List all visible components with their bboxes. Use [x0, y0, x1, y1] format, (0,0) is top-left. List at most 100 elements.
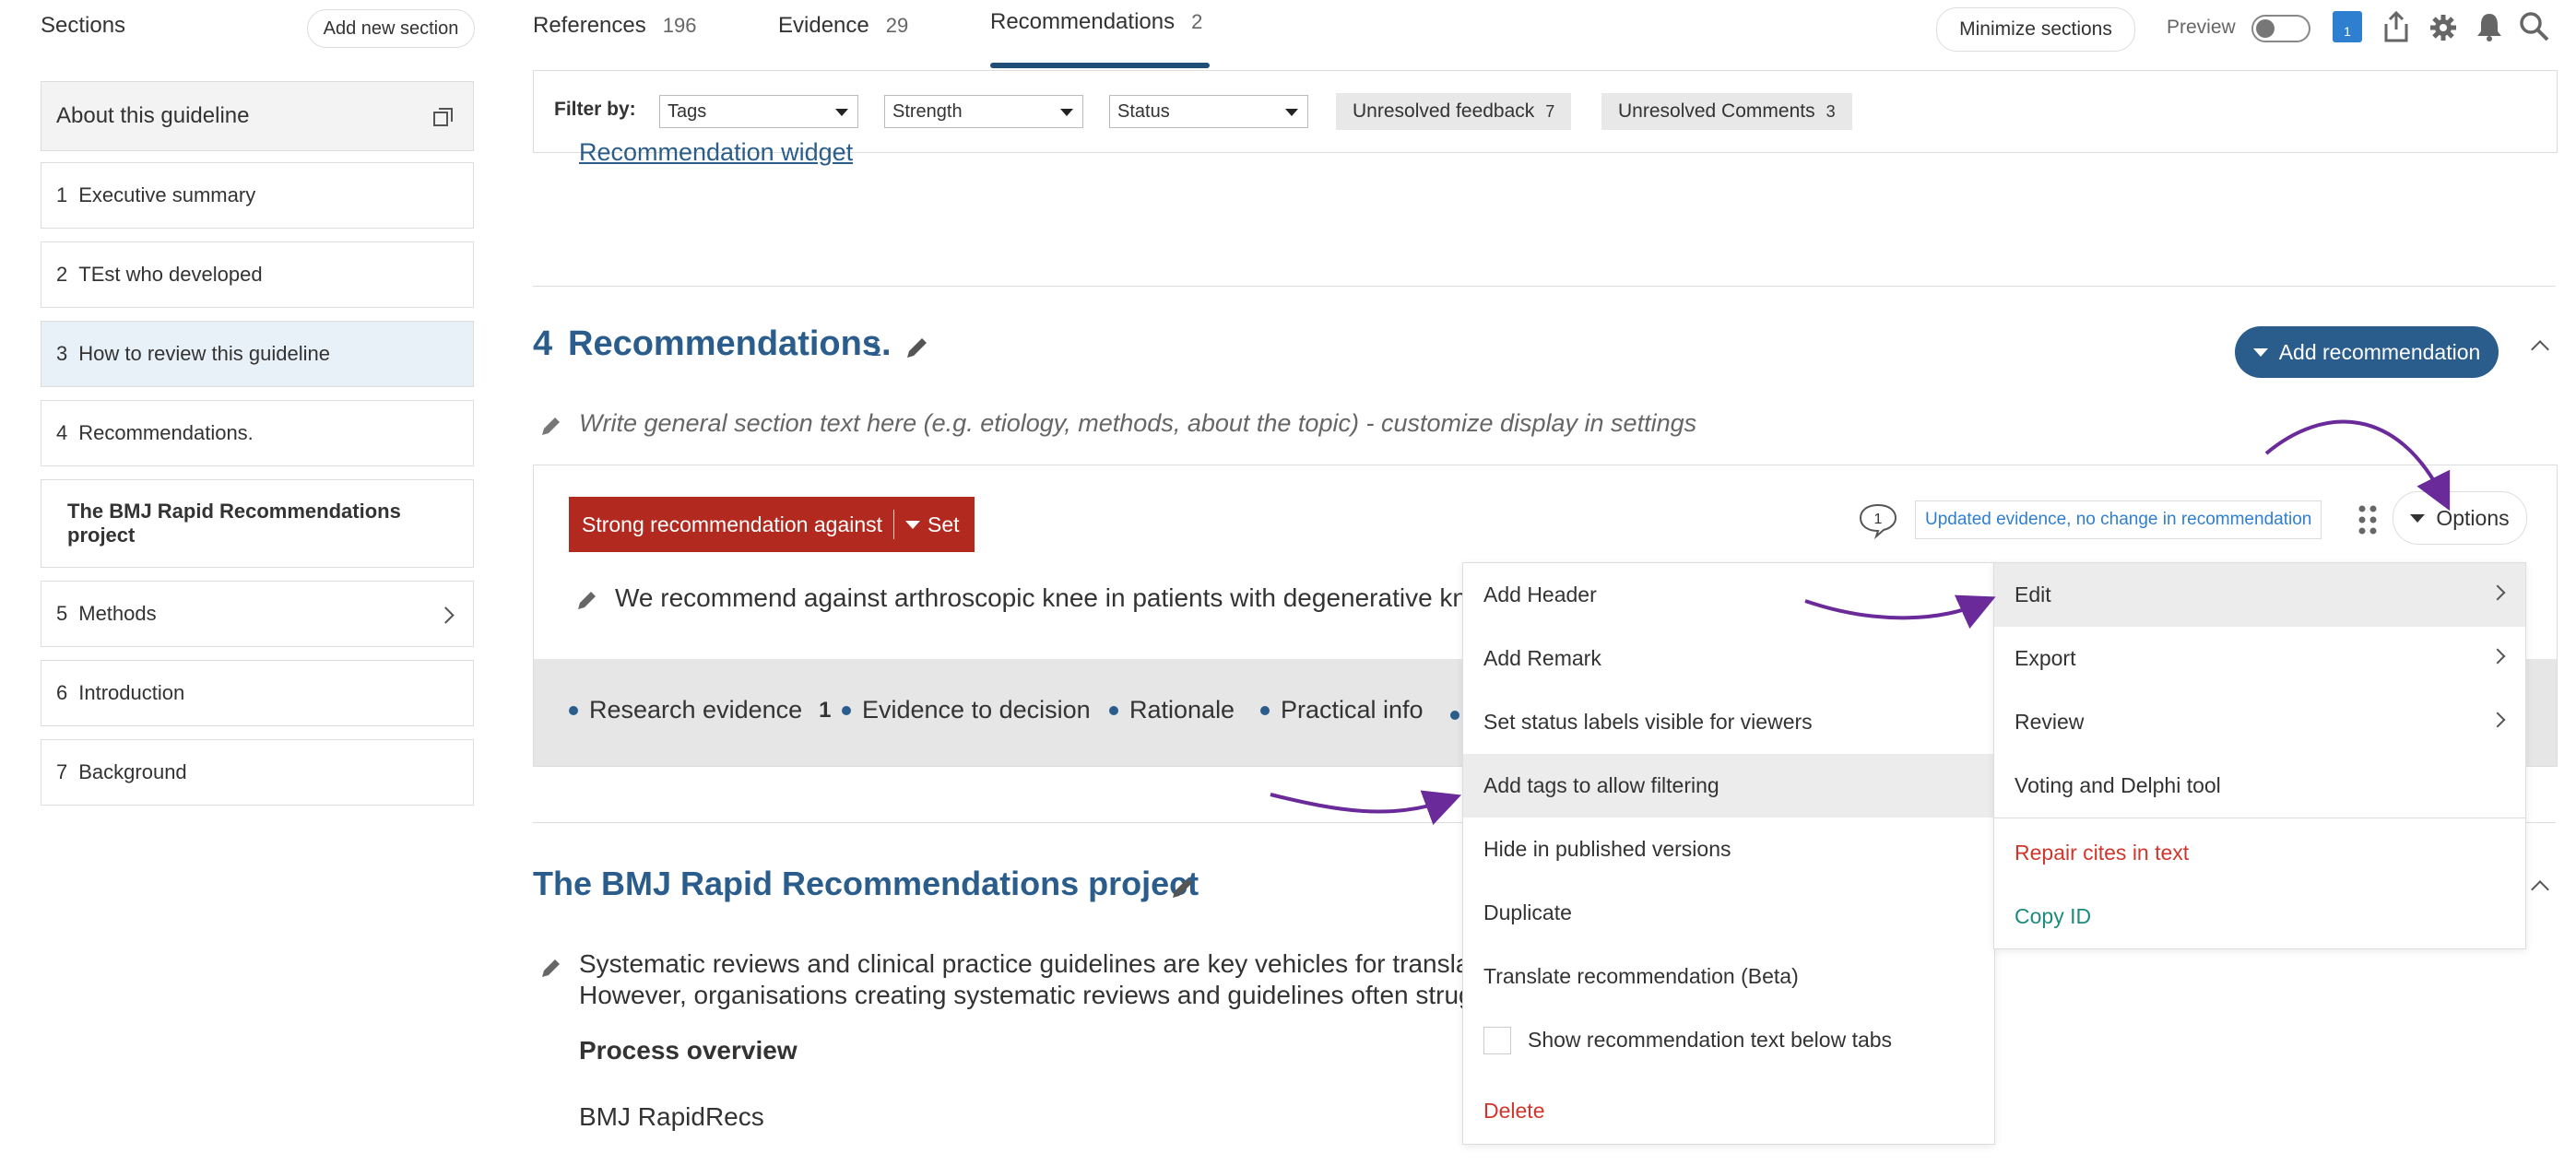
tab-label: Rationale — [1129, 696, 1235, 724]
section-number: 4 — [533, 324, 553, 363]
search-icon[interactable] — [2519, 11, 2550, 42]
menu-item-set-status-labels[interactable]: Set status labels visible for viewers — [1463, 690, 1994, 754]
tab-recommendations[interactable]: Recommendations 2 — [990, 9, 1202, 35]
add-new-section-button[interactable]: Add new section — [307, 9, 475, 48]
caret-down-icon — [2252, 347, 2268, 357]
submenu-item-copy-id[interactable]: Copy ID — [1994, 885, 2525, 948]
submenu-item-review[interactable]: Review — [1994, 690, 2525, 754]
separator — [893, 510, 895, 539]
menu-item-add-tags[interactable]: Add tags to allow filtering — [1463, 754, 1994, 818]
sidebar-item-executive-summary[interactable]: 1 Executive summary — [41, 162, 474, 229]
menu-item-add-remark[interactable]: Add Remark — [1463, 627, 1994, 690]
checkbox[interactable] — [1483, 1026, 1511, 1054]
pencil-icon[interactable] — [538, 413, 564, 439]
sidebar-item-num: 7 — [56, 760, 68, 783]
share-icon[interactable] — [2381, 9, 2412, 44]
sidebar-item-num: 4 — [56, 421, 68, 444]
tab-label: Practical info — [1281, 696, 1424, 724]
chip-label: Unresolved Comments — [1618, 100, 1815, 122]
menu-item-hide-in-published[interactable]: Hide in published versions — [1463, 818, 1994, 881]
sidebar-item-num: 1 — [56, 183, 68, 206]
collapse-chevron-icon[interactable] — [2531, 340, 2549, 359]
menu-item-show-text-below-tabs[interactable]: Show recommendation text below tabs — [1463, 1008, 1994, 1072]
sidebar-title: Sections — [41, 13, 126, 38]
drag-handle-icon[interactable] — [2357, 504, 2378, 535]
tab-practical-info[interactable]: Practical info — [1260, 696, 1424, 724]
sidebar-item-about[interactable]: About this guideline — [41, 81, 474, 151]
submenu-item-voting[interactable]: Voting and Delphi tool — [1994, 754, 2525, 818]
badge-count: 1 — [2344, 24, 2351, 39]
gear-icon[interactable] — [2428, 13, 2458, 42]
tab-research-evidence[interactable]: Research evidence 1 — [569, 696, 832, 724]
tab-count: 29 — [885, 14, 909, 37]
dot-icon — [1109, 705, 1118, 715]
submenu-item-repair-cites[interactable]: Repair cites in text — [1994, 821, 2525, 885]
unresolved-comments-chip[interactable]: Unresolved Comments 3 — [1601, 93, 1852, 130]
tab-label: Evidence — [778, 13, 869, 38]
tab-evidence-to-decision[interactable]: Evidence to decision — [842, 696, 1091, 724]
dropdown-arrow-icon — [1060, 109, 1073, 116]
sidebar-item-bmj-project[interactable]: The BMJ Rapid Recommendations project — [41, 479, 474, 568]
strength-button[interactable]: Strong recommendation against Set — [569, 497, 975, 552]
status-select[interactable]: Status — [1109, 95, 1308, 128]
menu-item-add-header[interactable]: Add Header — [1463, 563, 1994, 627]
tab-evidence[interactable]: Evidence 29 — [778, 13, 908, 39]
dropdown-arrow-icon — [835, 109, 848, 116]
status-label-badge[interactable]: Updated evidence, no change in recommend… — [1915, 500, 2322, 539]
menu-item-duplicate[interactable]: Duplicate — [1463, 881, 1994, 945]
sidebar-item-methods[interactable]: 5 Methods — [41, 581, 474, 647]
pencil-icon[interactable] — [904, 334, 931, 361]
select-value: Status — [1117, 100, 1170, 122]
pencil-icon[interactable] — [538, 955, 564, 981]
sidebar-item-introduction[interactable]: 6 Introduction — [41, 660, 474, 726]
sidebar-item-recommendations[interactable]: 4 Recommendations. — [41, 400, 474, 466]
chevron-right-icon — [2489, 584, 2506, 601]
sidebar-item-label: Methods — [78, 602, 157, 625]
submenu-item-export[interactable]: Export — [1994, 627, 2525, 690]
dot-icon — [1450, 711, 1459, 720]
tab-label: References — [533, 13, 646, 38]
strength-select[interactable]: Strength — [884, 95, 1083, 128]
tab-rationale[interactable]: Rationale — [1109, 696, 1235, 724]
comment-icon[interactable]: 1 — [1858, 502, 1898, 539]
menu-item-delete[interactable]: Delete — [1463, 1079, 1994, 1143]
sidebar-item-how-to-review[interactable]: 3 How to review this guideline — [41, 321, 474, 387]
bell-icon[interactable] — [2475, 11, 2504, 42]
divider — [533, 286, 2556, 287]
tab-count: 1 — [819, 697, 832, 723]
sidebar-item-background[interactable]: 7 Background — [41, 739, 474, 806]
recommendation-text[interactable]: We recommend against arthroscopic knee i… — [615, 583, 1541, 613]
select-value: Strength — [892, 100, 963, 122]
submenu-item-edit[interactable]: Edit — [1994, 563, 2525, 627]
sidebar-item-label: Introduction — [78, 681, 185, 704]
dot-icon — [1260, 705, 1270, 715]
collapse-chevron-icon[interactable] — [2531, 880, 2549, 899]
strength-label: Strong recommendation against — [582, 512, 883, 536]
preview-toggle[interactable] — [2251, 15, 2310, 42]
open-external-icon[interactable] — [432, 106, 455, 128]
sidebar-item-test-who-developed[interactable]: 2 TEst who developed — [41, 241, 474, 308]
menu-item-translate[interactable]: Translate recommendation (Beta) — [1463, 945, 1994, 1008]
section-paragraph-line2: However, organisations creating systemat… — [579, 981, 1464, 1009]
general-section-text-placeholder[interactable]: Write general section text here (e.g. et… — [579, 409, 1696, 438]
unresolved-feedback-chip[interactable]: Unresolved feedback 7 — [1336, 93, 1572, 130]
options-menu: Add Header Add Remark Set status labels … — [1462, 562, 1995, 1145]
preview-label: Preview — [2167, 17, 2236, 38]
tab-count: 196 — [662, 14, 697, 37]
tab-count: 2 — [1191, 10, 1203, 33]
menu-item-label: Edit — [2015, 582, 2051, 606]
button-label: Add recommendation — [2278, 339, 2481, 364]
notification-badge-icon[interactable]: 1 — [2333, 11, 2362, 42]
pencil-icon[interactable] — [1169, 874, 1197, 901]
tab-references[interactable]: References 196 — [533, 13, 696, 39]
toggle-knob — [2256, 19, 2275, 38]
menu-item-label: Review — [2015, 710, 2085, 734]
recommendation-widget-link[interactable]: Recommendation widget — [579, 138, 853, 168]
tags-select[interactable]: Tags — [659, 95, 858, 128]
active-tab-indicator — [990, 63, 1210, 68]
pencil-icon[interactable] — [574, 587, 600, 613]
chip-label: Unresolved feedback — [1353, 100, 1535, 122]
minimize-sections-button[interactable]: Minimize sections — [1936, 7, 2135, 52]
options-button[interactable]: Options — [2393, 491, 2527, 545]
add-recommendation-button[interactable]: Add recommendation — [2235, 326, 2499, 378]
